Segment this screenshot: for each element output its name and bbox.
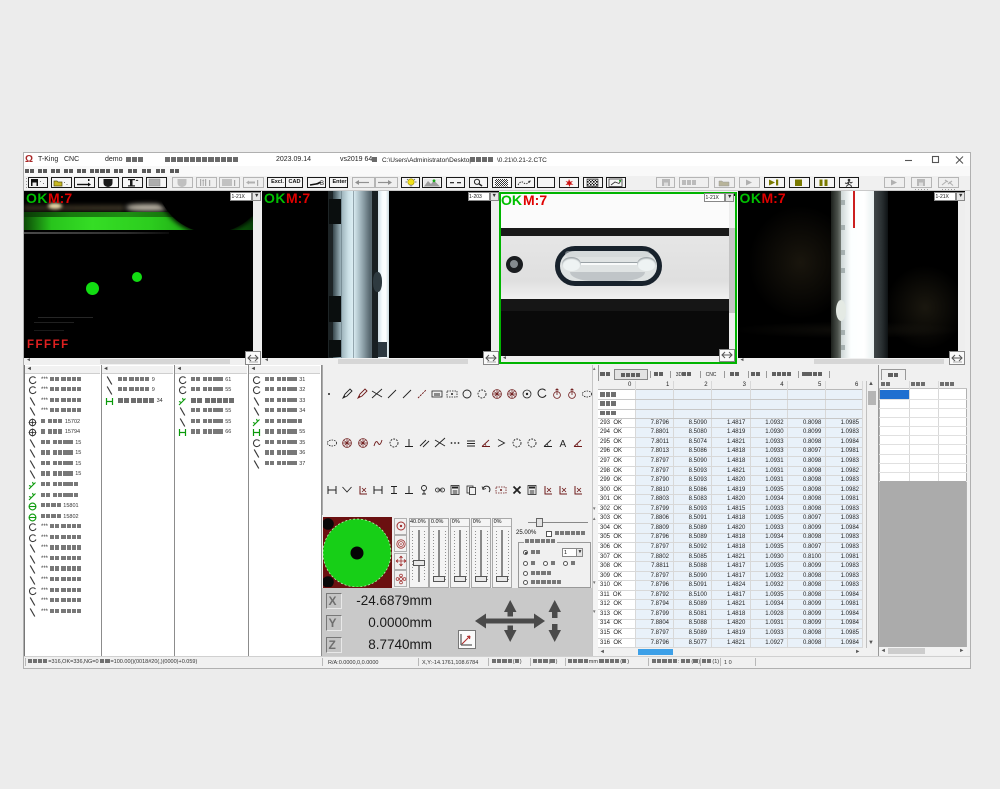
svg-text:B: B [320, 181, 324, 187]
svg-text:A: A [560, 439, 567, 449]
